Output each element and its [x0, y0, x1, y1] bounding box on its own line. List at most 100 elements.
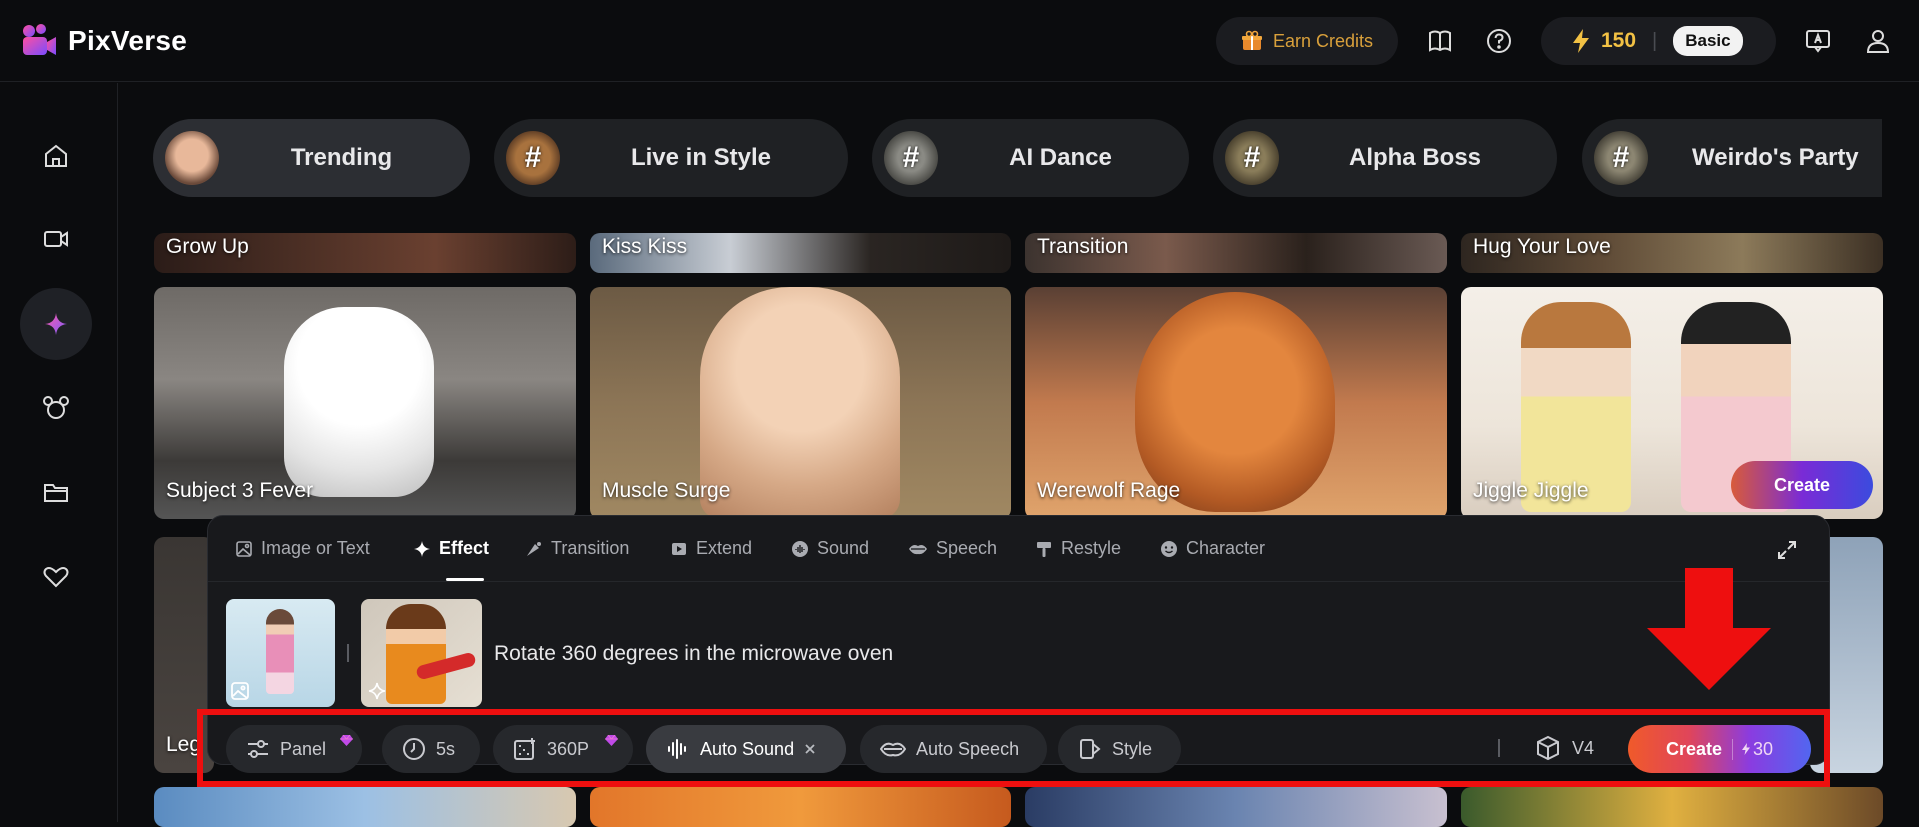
tab-label: Speech: [936, 538, 998, 558]
auto-sound-toggle[interactable]: Auto Sound: [646, 725, 846, 773]
sidebar-item-favorites[interactable]: [20, 540, 92, 612]
trend-tab-alpha-boss[interactable]: # Alpha Boss: [1213, 119, 1557, 197]
extend-icon: [672, 542, 686, 555]
earn-credits-button[interactable]: Earn Credits: [1216, 17, 1398, 65]
tab-sound[interactable]: Sound: [791, 538, 869, 559]
duration-label: 5s: [436, 738, 456, 759]
help-icon[interactable]: [1482, 24, 1516, 58]
trend-thumb: #: [1594, 131, 1648, 185]
effect-card[interactable]: Muscle Surge: [590, 287, 1011, 519]
sound-wave-icon: [668, 739, 686, 759]
sidebar-item-effects[interactable]: [20, 288, 92, 360]
image-icon: [231, 682, 249, 700]
book-icon[interactable]: [1423, 24, 1457, 58]
credits-display[interactable]: 150 | Basic: [1541, 17, 1776, 65]
toolbar-divider: [1498, 739, 1500, 757]
lightning-icon: [1573, 29, 1589, 53]
trend-tab-trending[interactable]: Trending: [153, 119, 470, 197]
face-icon: [1161, 540, 1177, 557]
expand-icon[interactable]: [1775, 538, 1799, 562]
down-arrow-icon: [1647, 568, 1771, 690]
effect-card[interactable]: [1025, 787, 1447, 827]
cube-icon: [1537, 735, 1559, 761]
earn-credits-label: Earn Credits: [1272, 30, 1374, 51]
heart-icon: [43, 567, 69, 588]
credits-divider: |: [1652, 29, 1658, 52]
hash-icon: #: [1243, 141, 1261, 174]
sparkle-icon: [368, 682, 386, 700]
trend-thumb: #: [884, 131, 938, 185]
brush-icon: [1037, 541, 1051, 557]
card-title: Subject 3 Fever: [166, 479, 314, 502]
effect-prompt-text[interactable]: Rotate 360 degrees in the microwave oven: [494, 642, 893, 666]
lips-icon: [880, 742, 906, 757]
card-title: Kiss Kiss: [602, 235, 688, 258]
auto-speech-label: Auto Speech: [916, 738, 1020, 759]
card-title: Werewolf Rage: [1037, 479, 1181, 502]
card-create-button[interactable]: Create: [1731, 461, 1873, 509]
effect-thumbnail[interactable]: [361, 599, 482, 707]
effect-card[interactable]: Hug Your Love: [1461, 233, 1883, 273]
trend-tab-live-in-style[interactable]: # Live in Style: [494, 119, 848, 197]
effect-card[interactable]: Jiggle Jiggle Create: [1461, 287, 1883, 519]
style-label: Style: [1112, 738, 1153, 759]
lips-icon: [909, 544, 927, 554]
trend-tab-weirdos-party[interactable]: # Weirdo's Party: [1582, 119, 1882, 197]
logo[interactable]: PixVerse: [20, 22, 187, 60]
create-button[interactable]: Create 30: [1628, 725, 1811, 773]
sidebar-item-characters[interactable]: [20, 372, 92, 444]
video-icon: [44, 231, 68, 247]
tab-extend[interactable]: Extend: [670, 538, 752, 559]
effect-card[interactable]: Subject 3 Fever: [154, 287, 576, 519]
effect-card[interactable]: [590, 787, 1011, 827]
effect-card[interactable]: Transition: [1025, 233, 1447, 273]
style-icon: [1080, 739, 1101, 759]
model-label: V4: [1572, 737, 1595, 758]
plan-badge[interactable]: Basic: [1673, 26, 1743, 56]
tab-character[interactable]: Character: [1160, 538, 1265, 559]
sidebar-item-home[interactable]: [20, 120, 92, 192]
message-icon[interactable]: [1801, 24, 1835, 58]
tab-transition[interactable]: Transition: [525, 538, 629, 559]
resolution-icon: [514, 738, 535, 760]
sidebar-item-video[interactable]: [20, 203, 92, 275]
premium-gem-icon: [340, 735, 353, 746]
trend-tab-ai-dance[interactable]: # AI Dance: [872, 119, 1189, 197]
effect-card[interactable]: Grow Up: [154, 233, 576, 273]
uploaded-image-thumbnail[interactable]: [226, 599, 335, 707]
tab-effect[interactable]: Effect: [413, 538, 489, 559]
effect-card[interactable]: Werewolf Rage: [1025, 287, 1447, 519]
auto-speech-button[interactable]: Auto Speech: [860, 725, 1047, 773]
effect-card[interactable]: Kiss Kiss: [590, 233, 1011, 273]
create-cost-value: 30: [1753, 738, 1774, 759]
style-button[interactable]: Style: [1058, 725, 1181, 773]
close-icon[interactable]: [804, 743, 816, 755]
card-title: Jiggle Jiggle: [1473, 479, 1589, 502]
tab-label: Sound: [817, 538, 870, 558]
effect-card[interactable]: [154, 787, 576, 827]
tab-image-or-text[interactable]: Image or Text: [235, 538, 370, 559]
duration-button[interactable]: 5s: [382, 725, 480, 773]
sliders-icon: [248, 740, 268, 758]
model-selector[interactable]: V4: [1536, 735, 1594, 761]
top-header: PixVerse Earn Credits 150 | Basic: [0, 0, 1919, 82]
auto-sound-label: Auto Sound: [700, 738, 795, 759]
trend-label: Alpha Boss: [1348, 144, 1482, 171]
sparkle-icon: [414, 540, 430, 557]
tab-label: Extend: [696, 538, 753, 558]
brand-name: PixVerse: [68, 25, 188, 56]
tab-speech[interactable]: Speech: [908, 538, 997, 559]
sidebar: [0, 83, 118, 822]
lightning-icon: [1742, 743, 1750, 755]
panel-label: Panel: [280, 738, 327, 759]
card-title: Muscle Surge: [602, 479, 731, 502]
effect-card[interactable]: Leg: [154, 537, 214, 773]
resolution-button[interactable]: 360P: [493, 725, 633, 773]
trend-label: Weirdo's Party: [1692, 144, 1859, 171]
tab-restyle[interactable]: Restyle: [1035, 538, 1121, 559]
panel-settings-button[interactable]: Panel: [226, 725, 362, 773]
hash-icon: #: [902, 141, 920, 174]
user-icon[interactable]: [1861, 24, 1895, 58]
sidebar-item-folder[interactable]: [20, 456, 92, 528]
effect-card[interactable]: [1461, 787, 1883, 827]
